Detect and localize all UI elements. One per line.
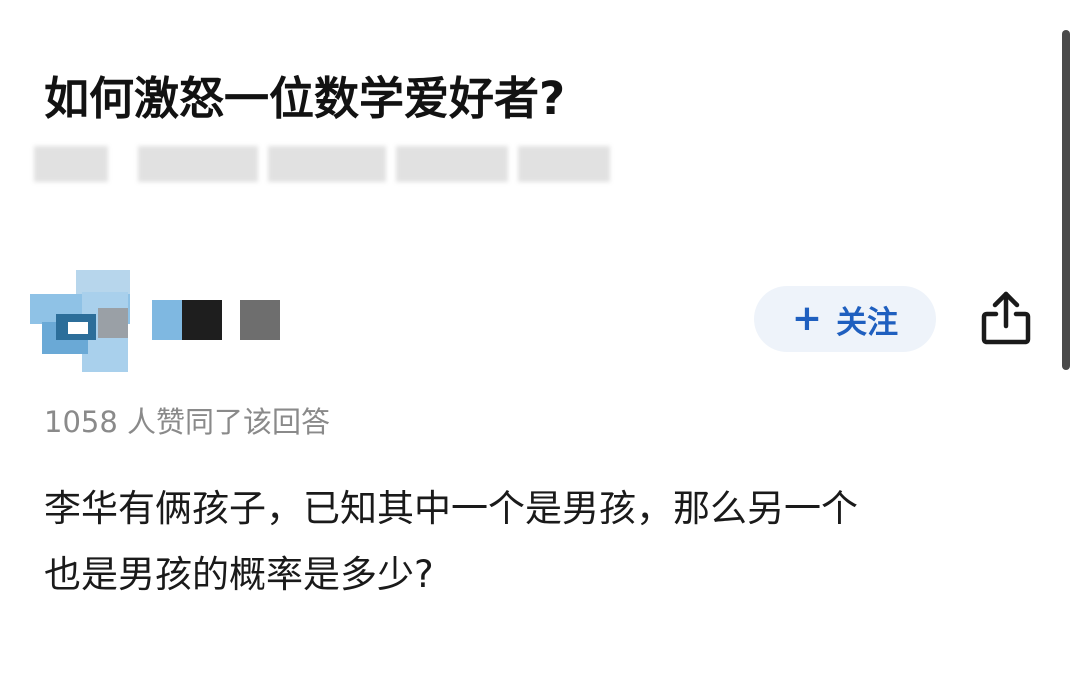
vote-count: 1058 人赞同了该回答 [44,405,331,439]
question-meta-redacted [34,142,624,192]
plus-icon: + [791,298,823,339]
author-name-redacted[interactable] [152,300,312,346]
answer-line: 李华有俩孩子，已知其中一个是男孩，那么另一个 [44,487,858,530]
avatar[interactable] [26,262,156,374]
answer-body: 李华有俩孩子，已知其中一个是男孩，那么另一个 也是男孩的概率是多少? [44,476,1044,608]
author-row: + 关注 [26,262,1046,382]
follow-label: 关注 [836,304,899,341]
follow-button[interactable]: + 关注 [754,286,936,352]
scrollbar[interactable] [1062,30,1070,370]
answer-line: 也是男孩的概率是多少? [44,553,434,596]
share-icon [981,291,1031,345]
share-button[interactable] [978,288,1034,348]
question-title[interactable]: 如何激怒一位数学爱好者? [44,66,565,132]
